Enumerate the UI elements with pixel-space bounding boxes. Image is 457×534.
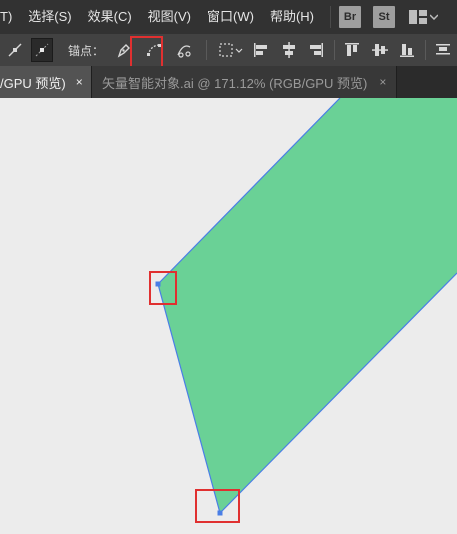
align-top-button[interactable] — [342, 38, 363, 62]
illustrator-window: T) 选择(S) 效果(C) 视图(V) 窗口(W) 帮助(H) Br St 锚… — [0, 0, 457, 534]
distribute-button[interactable] — [433, 38, 454, 62]
align-left-button[interactable] — [251, 38, 272, 62]
control-divider-3 — [424, 40, 426, 60]
menu-divider — [330, 6, 331, 28]
align-hcenter-button[interactable] — [278, 38, 299, 62]
convert-anchor-icon — [8, 43, 22, 57]
align-bottom-button[interactable] — [396, 38, 417, 62]
align-vcenter-icon — [371, 44, 388, 56]
chevron-down-icon — [430, 14, 438, 20]
menu-bar: T) 选择(S) 效果(C) 视图(V) 窗口(W) 帮助(H) Br St — [0, 0, 457, 34]
align-hcenter-icon — [282, 42, 295, 58]
cut-path-button[interactable] — [174, 38, 195, 62]
menu-type[interactable]: T) — [0, 0, 20, 34]
menu-select[interactable]: 选择(S) — [20, 0, 79, 34]
align-left-icon — [254, 43, 268, 57]
tab-document-1[interactable]: /GPU 预览) × — [0, 66, 92, 98]
align-bottom-icon — [399, 44, 414, 57]
align-top-icon — [345, 43, 360, 56]
close-icon[interactable]: × — [76, 75, 83, 89]
show-handles-button[interactable] — [31, 38, 53, 62]
workspace-switcher-button[interactable] — [409, 10, 438, 24]
align-vcenter-button[interactable] — [369, 38, 390, 62]
close-icon[interactable]: × — [379, 75, 386, 89]
handle-icon — [35, 43, 49, 57]
highlight-left-anchor — [149, 271, 177, 305]
select-box-icon — [219, 43, 243, 57]
bridge-button[interactable]: Br — [339, 6, 361, 28]
cut-path-icon — [177, 45, 191, 58]
control-divider-2 — [333, 40, 335, 60]
artwork — [155, 98, 457, 516]
workspace-grid-icon — [409, 10, 427, 24]
menu-effect[interactable]: 效果(C) — [80, 0, 140, 34]
anchor-label: 锚点： — [67, 43, 104, 58]
distribute-icon — [436, 44, 451, 55]
align-right-icon — [310, 43, 324, 57]
document-tab-bar: /GPU 预览) × 矢量智能对象.ai @ 171.12% (RGB/GPU … — [0, 66, 457, 98]
highlight-smooth-anchor — [130, 36, 163, 70]
tab-title-1: /GPU 预览) — [0, 75, 66, 91]
tab-title-2: 矢量智能对象.ai @ 171.12% (RGB/GPU 预览) — [102, 75, 368, 91]
menu-help[interactable]: 帮助(H) — [262, 0, 322, 34]
select-similar-button[interactable] — [218, 38, 245, 62]
control-bar: 锚点： — [0, 34, 457, 70]
stock-button[interactable]: St — [373, 6, 395, 28]
convert-anchor-corner-button[interactable] — [4, 38, 25, 62]
artboard-canvas[interactable] — [0, 98, 457, 534]
tab-document-2[interactable]: 矢量智能对象.ai @ 171.12% (RGB/GPU 预览) × — [92, 66, 398, 98]
highlight-bottom-anchor — [195, 489, 240, 523]
menu-view[interactable]: 视图(V) — [140, 0, 199, 34]
align-right-button[interactable] — [305, 38, 326, 62]
control-divider — [206, 40, 207, 60]
menu-window[interactable]: 窗口(W) — [199, 0, 262, 34]
